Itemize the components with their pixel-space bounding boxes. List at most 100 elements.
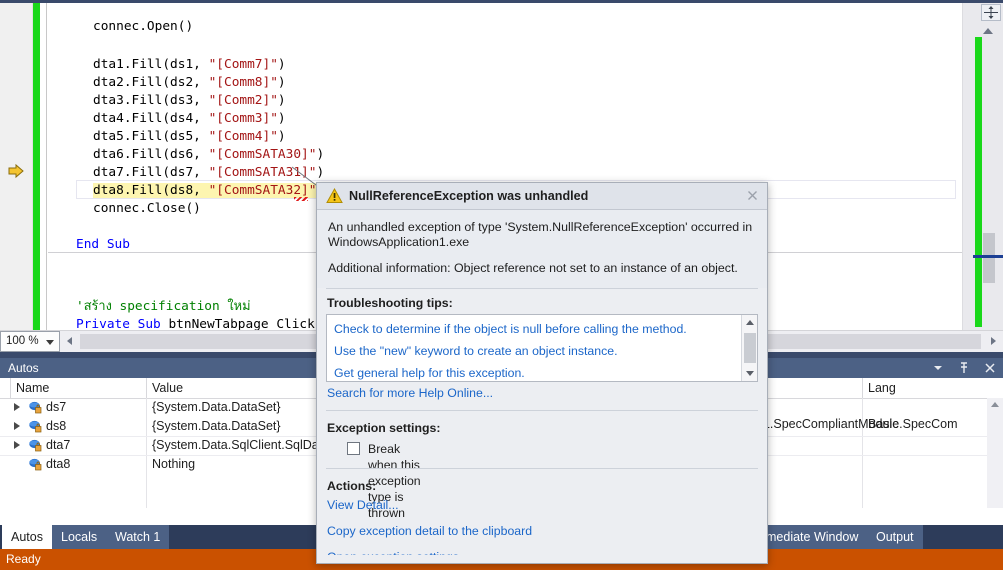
code-token: "[Comm8]" (208, 75, 278, 90)
variable-value-cell[interactable]: Nothing (152, 455, 195, 474)
exception-assistant-dialog[interactable]: NullReferenceException was unhandled An … (316, 182, 768, 564)
tab-locals[interactable]: Locals (52, 525, 107, 549)
expand-triangle-icon[interactable] (14, 441, 20, 449)
tips-scrollbar-thumb[interactable] (744, 333, 756, 363)
error-squiggle (294, 197, 308, 201)
dialog-title-text: NullReferenceException was unhandled (349, 189, 589, 203)
column-header-lang[interactable]: Lang (868, 378, 896, 398)
break-on-exception-label: Break when this exception type is thrown (368, 442, 421, 520)
code-token: "[CommSATA32]" (208, 183, 317, 198)
expand-triangle-icon[interactable] (14, 422, 20, 430)
variable-name-cell: ds8 (46, 419, 67, 433)
current-code-line: dta8.Fill(ds8, "[CommSATA32]") (93, 181, 325, 200)
code-token: ) (277, 57, 286, 72)
autos-vertical-scrollbar[interactable] (987, 398, 1003, 508)
code-token: ) (277, 111, 286, 126)
variable-value-cell[interactable]: {System.Data.DataSet} (152, 417, 281, 436)
exception-message-line1: An unhandled exception of type 'System.N… (328, 220, 753, 234)
variable-icon (28, 458, 42, 471)
close-icon[interactable] (983, 361, 997, 375)
variable-name-cell: dta7 (46, 438, 71, 452)
exception-additional-info: Additional information: Object reference… (328, 261, 738, 275)
action-link[interactable]: Copy exception detail to the clipboard (327, 524, 532, 538)
column-header-name[interactable]: Name (16, 378, 49, 398)
code-line: dta6.Fill(ds6, "[CommSATA30]") (93, 145, 324, 164)
code-token: ) (316, 147, 325, 162)
pin-icon[interactable] (957, 361, 971, 375)
scrollbar-thumb[interactable] (983, 233, 995, 283)
code-token: dta1.Fill(ds1, (93, 57, 209, 72)
editor-gutter-separator (46, 3, 47, 330)
editor-change-bar (33, 3, 40, 330)
troubleshooting-tip-link[interactable]: Use the "new" keyword to create an objec… (334, 343, 618, 359)
column-header-value[interactable]: Value (152, 378, 183, 398)
code-token: "[Comm2]" (208, 93, 278, 108)
variable-icon (28, 420, 42, 433)
code-line: dta7.Fill(ds7, "[CommSATA31]") (93, 163, 324, 182)
actions-label: Actions: (327, 479, 377, 493)
code-token: "[Comm4]" (208, 129, 278, 144)
troubleshooting-tips-label: Troubleshooting tips: (327, 296, 453, 310)
code-line: dta3.Fill(ds3, "[Comm2]") (93, 91, 286, 110)
variable-value-cell[interactable]: {System.Data.DataSet} (152, 398, 281, 417)
code-token: dta5.Fill(ds5, (93, 129, 209, 144)
exception-settings-label: Exception settings: (327, 421, 441, 435)
hscroll-right-arrow-icon[interactable] (985, 333, 1001, 350)
tips-scroll-down-icon[interactable] (746, 371, 754, 376)
code-token: 'สร้าง specification ใหม่ (76, 299, 251, 314)
variable-name-cell: dta8 (46, 457, 71, 471)
code-token: ) (277, 129, 286, 144)
search-help-online-link[interactable]: Search for more Help Online... (327, 386, 493, 400)
code-token: connec.Open() (93, 19, 194, 34)
tab-autos[interactable]: Autos (2, 525, 52, 549)
split-view-icon[interactable] (981, 4, 1001, 21)
tab-watch-1[interactable]: Watch 1 (106, 525, 170, 549)
hscroll-left-arrow-icon[interactable] (62, 333, 78, 350)
dialog-title-bar: NullReferenceException was unhandled (317, 183, 767, 210)
scrollbar-up-arrow-icon[interactable] (983, 28, 993, 34)
code-line: Private Sub btnNewTabpage_Click(send (76, 315, 353, 330)
panel-menu-chevron-icon[interactable] (931, 361, 945, 375)
status-bar-text: Ready (6, 552, 41, 566)
code-token: dta7.Fill(ds7, (93, 165, 209, 180)
code-token: End Sub (76, 237, 130, 252)
exception-message-line2: WindowsApplication1.exe (328, 235, 470, 249)
code-token: dta3.Fill(ds3, (93, 93, 209, 108)
dialog-separator-2 (326, 410, 758, 411)
tab-mediate-window[interactable]: mediate Window (757, 525, 868, 549)
code-token: connec.Close() (93, 201, 201, 216)
code-token: "[CommSATA30]" (208, 147, 317, 162)
code-line: 'สร้าง specification ใหม่ (76, 297, 251, 316)
chevron-down-icon (46, 340, 54, 345)
dialog-separator-3 (326, 468, 758, 469)
troubleshooting-tip-link[interactable]: Check to determine if the object is null… (334, 321, 687, 337)
variable-icon (28, 401, 42, 414)
expand-triangle-icon[interactable] (14, 403, 20, 411)
dialog-bottom-strip (317, 555, 767, 563)
dialog-close-icon[interactable] (744, 188, 761, 205)
troubleshooting-tips-box[interactable]: Check to determine if the object is null… (326, 314, 758, 382)
variable-value-cell[interactable]: {System.Data.SqlClient.SqlData (152, 436, 329, 455)
tips-scroll-up-icon[interactable] (746, 320, 754, 325)
editor-vertical-scrollbar[interactable] (962, 3, 1003, 330)
code-line: connec.Open() (93, 17, 193, 36)
code-token: dta2.Fill(ds2, (93, 75, 209, 90)
zoom-level-dropdown[interactable]: 100 % (0, 331, 60, 352)
dialog-separator-1 (326, 288, 758, 289)
dialog-message-area: An unhandled exception of type 'System.N… (317, 210, 767, 288)
break-on-exception-checkbox[interactable] (347, 442, 360, 455)
tab-output[interactable]: Output (867, 525, 923, 549)
scroll-up-arrow-icon[interactable] (991, 402, 999, 407)
code-token: dta8.Fill(ds8, (93, 183, 209, 198)
current-statement-arrow-icon (8, 163, 24, 179)
variable-name-cell: ds7 (46, 400, 67, 414)
tips-scrollbar[interactable] (741, 315, 757, 381)
code-token: dta4.Fill(ds4, (93, 111, 209, 126)
action-link[interactable]: View Detail... (327, 498, 399, 512)
warning-triangle-icon (326, 187, 343, 204)
troubleshooting-tip-link[interactable]: Get general help for this exception. (334, 365, 525, 381)
code-token: ) (277, 75, 286, 90)
autos-panel-title: Autos (8, 361, 39, 375)
code-line: dta4.Fill(ds4, "[Comm3]") (93, 109, 286, 128)
code-token: ) (316, 165, 325, 180)
